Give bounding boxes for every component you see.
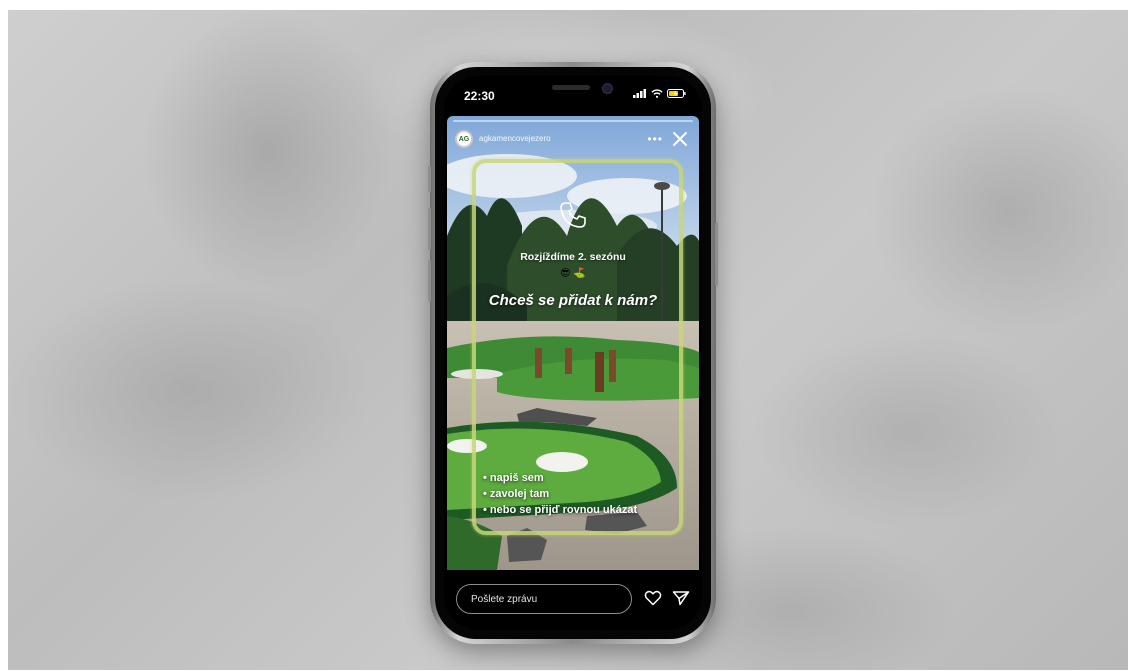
mute-switch [428, 166, 431, 192]
story-headline: Chceš se přidat k nám? [488, 292, 658, 309]
notch [506, 76, 640, 102]
story-username[interactable]: agkamencovejezero [479, 134, 551, 143]
heart-icon[interactable] [644, 590, 662, 606]
volume-up-button [428, 208, 431, 250]
close-icon[interactable] [671, 130, 689, 148]
story-view[interactable]: AG agkamencovejezero ••• Rozjíždíme 2. s… [447, 116, 699, 570]
bullet-item: • nebo se přijď rovnou ukázat [483, 504, 638, 516]
bullet-item: • zavolej tam [483, 488, 550, 500]
story-emoji: 😎 ⛳ [560, 268, 586, 279]
phone-icon [560, 202, 586, 228]
story-progress-bar [453, 120, 693, 122]
wifi-icon [651, 89, 663, 98]
phone-mockup: 22:30 AG agkamencovejezero ••• Rozjíždím… [428, 62, 718, 644]
story-bullet-list: • napiš sem • zavolej tam • nebo se přij… [483, 470, 637, 518]
avatar[interactable]: AG [455, 130, 473, 148]
more-options-button[interactable]: ••• [647, 132, 663, 146]
front-camera [602, 83, 613, 94]
bullet-item: • napiš sem [483, 472, 544, 484]
power-button [715, 222, 718, 286]
volume-down-button [428, 260, 431, 302]
phone-bezel: 22:30 AG agkamencovejezero ••• Rozjíždím… [435, 67, 711, 639]
status-bar: 22:30 [444, 76, 702, 116]
battery-icon [667, 89, 686, 98]
message-input[interactable] [456, 584, 632, 614]
signal-icon [633, 89, 646, 98]
story-subtitle: Rozjíždíme 2. sezónu [520, 251, 626, 263]
story-header: AG agkamencovejezero ••• [455, 130, 691, 152]
send-icon[interactable] [672, 590, 690, 606]
phone-screen: 22:30 AG agkamencovejezero ••• Rozjíždím… [444, 76, 702, 630]
status-icons [633, 89, 686, 98]
status-time: 22:30 [464, 89, 495, 103]
earpiece-speaker [552, 85, 590, 90]
